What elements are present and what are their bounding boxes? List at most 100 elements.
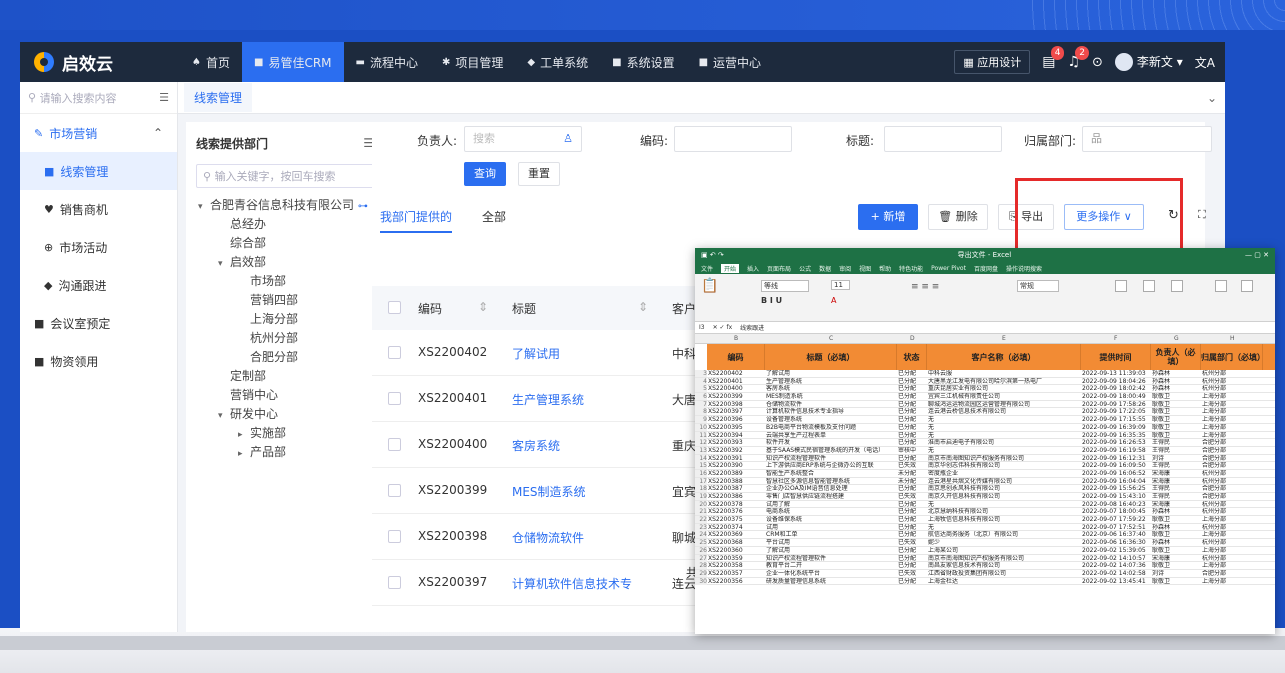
excel-cell[interactable]: 杭州分部 bbox=[1202, 524, 1262, 531]
excel-row-number[interactable]: 14 bbox=[695, 454, 707, 462]
add-button[interactable]: + 新增 bbox=[858, 204, 918, 230]
excel-cell[interactable]: 上海分部 bbox=[1202, 547, 1262, 554]
excel-row[interactable]: 11 XS2200394 云端共享生产过程表单 已分配无 2022-09-09 16:3… bbox=[695, 431, 1275, 440]
excel-row[interactable]: 17 XS2200388 智慧社区多源信息智能管理系统 未分配 连云港星共熠文化传媒有限… bbox=[695, 477, 1275, 486]
excel-cell[interactable]: 密度瓶企业 bbox=[928, 470, 1080, 477]
excel-menu-item[interactable]: 插入 bbox=[747, 264, 759, 273]
excel-cell[interactable]: XS2200376 bbox=[708, 508, 764, 515]
align-icons[interactable]: ≡ ≡ ≡ bbox=[911, 282, 939, 292]
excel-cell[interactable]: 王得民 bbox=[1152, 485, 1200, 492]
row-title-link[interactable]: MES制造系统 bbox=[512, 483, 586, 500]
excel-row-number[interactable]: 21 bbox=[695, 508, 707, 516]
nav-item-2[interactable]: ▬ 流程中心 bbox=[344, 42, 430, 82]
excel-cell[interactable]: 2022-09-09 16:39:09 bbox=[1082, 424, 1150, 431]
col-title[interactable]: 标题 bbox=[512, 300, 536, 317]
excel-menu-item[interactable]: 页面布局 bbox=[767, 264, 791, 273]
excel-menu-item[interactable]: 公式 bbox=[799, 264, 811, 273]
excel-cell[interactable]: XS2200396 bbox=[708, 416, 764, 423]
excel-cell[interactable]: 智能生产系统整合 bbox=[766, 470, 896, 477]
excel-cell[interactable]: 孙森林 bbox=[1152, 539, 1200, 546]
excel-cell[interactable]: XS2200399 bbox=[708, 393, 764, 400]
excel-cell[interactable]: 中科云服 bbox=[928, 370, 1080, 377]
excel-cell[interactable]: 2022-09-09 16:19:58 bbox=[1082, 447, 1150, 454]
excel-cell[interactable]: 2022-09-07 17:52:51 bbox=[1082, 524, 1150, 531]
excel-row-number[interactable]: 30 bbox=[695, 577, 707, 585]
excel-col-letter[interactable]: C bbox=[829, 335, 833, 342]
excel-cell[interactable]: 2022-09-09 18:00:49 bbox=[1082, 393, 1150, 400]
excel-row[interactable]: 6 XS2200399 MES制造系统 已分配 宜宾三江机械有限责任公司 2022-09-… bbox=[695, 393, 1275, 401]
excel-cell[interactable]: 已分配 bbox=[898, 485, 926, 492]
excel-cell[interactable]: 2022-09-02 14:02:58 bbox=[1082, 570, 1150, 577]
excel-row-number[interactable]: 24 bbox=[695, 531, 707, 539]
tree-node[interactable]: ▾ 启效部 bbox=[186, 253, 386, 272]
excel-row-number[interactable]: 10 bbox=[695, 423, 707, 431]
delete-cells-icon[interactable] bbox=[1241, 280, 1253, 292]
excel-cell[interactable]: XS2200387 bbox=[708, 485, 764, 492]
excel-cell[interactable]: 2022-09-08 16:40:23 bbox=[1082, 501, 1150, 508]
excel-cell[interactable]: XS2200374 bbox=[708, 524, 764, 531]
excel-cell[interactable]: 合肥分部 bbox=[1202, 570, 1262, 577]
excel-row[interactable]: 14 XS2200391 知识产权流程管理软件 已分配 南京市南海图知识产权服务有限公司… bbox=[695, 454, 1275, 463]
excel-cell[interactable]: 耿敬卫 bbox=[1152, 408, 1200, 415]
excel-cell[interactable]: 2022-09-02 14:07:36 bbox=[1082, 562, 1150, 569]
excel-row-number[interactable]: 28 bbox=[695, 562, 707, 570]
sidebar-item-5[interactable]: ■ 会议室预定 bbox=[20, 304, 177, 342]
excel-cell[interactable]: 已分配 bbox=[898, 416, 926, 423]
excel-cell[interactable]: 试用 bbox=[766, 524, 896, 531]
excel-cell[interactable]: 已分配 bbox=[898, 370, 926, 377]
excel-cell[interactable]: XS2200397 bbox=[708, 408, 764, 415]
excel-cell[interactable]: 杭州分部 bbox=[1202, 478, 1262, 485]
tab-my-department[interactable]: 我部门提供的 bbox=[380, 208, 453, 233]
excel-col-letter[interactable]: E bbox=[1002, 335, 1006, 342]
excel-row-number[interactable]: 15 bbox=[695, 462, 707, 470]
excel-cell[interactable]: 已分配 bbox=[898, 508, 926, 515]
excel-header-cell[interactable]: 负责人（必填） bbox=[1151, 344, 1201, 370]
excel-header-cell[interactable]: 状态 bbox=[897, 344, 927, 370]
row-checkbox[interactable] bbox=[388, 346, 401, 359]
excel-row[interactable]: 9 XS2200396 设备管理系统 已分配无 2022-09-09 17:15:55 耿… bbox=[695, 416, 1275, 424]
excel-cell[interactable]: 已失效 bbox=[898, 462, 926, 469]
excel-col-letter[interactable]: F bbox=[1114, 335, 1117, 342]
excel-row[interactable]: 24 XS2200369 CRM和工单 已分配 航信达商务服务（北京）有限公司 2022-… bbox=[695, 531, 1275, 540]
excel-cell[interactable]: 平台试用 bbox=[766, 539, 896, 546]
font-size-select[interactable]: 11 bbox=[831, 280, 850, 290]
excel-row-number[interactable]: 26 bbox=[695, 546, 707, 554]
excel-cell[interactable]: XS2200368 bbox=[708, 539, 764, 546]
excel-cell[interactable]: 杭州分部 bbox=[1202, 508, 1262, 515]
user-menu[interactable]: 李新文 ▾ bbox=[1114, 53, 1183, 72]
excel-cell[interactable]: XS2200388 bbox=[708, 478, 764, 485]
tree-node[interactable]: ▾ 研发中心 bbox=[186, 405, 386, 424]
excel-cell[interactable]: XS2200395 bbox=[708, 424, 764, 431]
excel-cell[interactable]: 宋海康 bbox=[1152, 555, 1200, 562]
excel-cell[interactable]: 2022-09-09 16:04:04 bbox=[1082, 478, 1150, 485]
excel-cell[interactable]: 已分配 bbox=[898, 408, 926, 415]
title-input[interactable] bbox=[884, 126, 1002, 152]
excel-cell[interactable]: 刘诗 bbox=[1152, 570, 1200, 577]
excel-cell[interactable]: 淮南市启迪电子有限公司 bbox=[928, 439, 1080, 446]
help-icon[interactable]: ⊙ bbox=[1092, 55, 1103, 70]
org-chart-icon[interactable]: ⊶ bbox=[358, 201, 368, 212]
sidebar-item-4[interactable]: ◆ 沟通跟进 bbox=[20, 266, 177, 304]
excel-cell[interactable]: 2022-09-09 17:58:26 bbox=[1082, 401, 1150, 408]
excel-row-number[interactable]: 27 bbox=[695, 554, 707, 562]
excel-cell[interactable]: 2022-09-09 16:12:31 bbox=[1082, 455, 1150, 462]
excel-cell[interactable]: 已分配 bbox=[898, 524, 926, 531]
excel-cell[interactable]: 已分配 bbox=[898, 516, 926, 523]
excel-cell[interactable]: XS2200378 bbox=[708, 501, 764, 508]
excel-cell[interactable]: 合肥分部 bbox=[1202, 485, 1262, 492]
table-format-icon[interactable] bbox=[1143, 280, 1155, 292]
excel-cell[interactable]: 合肥分部 bbox=[1202, 493, 1262, 500]
tree-toggle-icon[interactable]: ▸ bbox=[238, 445, 250, 464]
excel-cell[interactable]: 2022-09-06 16:37:40 bbox=[1082, 531, 1150, 538]
excel-row[interactable]: 22 XS2200375 设备维保系统 已分配 上海牧信信息科技有限公司 2022-09-… bbox=[695, 516, 1275, 524]
excel-row[interactable]: 30 XS2200356 研发质量管理信息系统 已分配 上海金杜达 2022-09-02 … bbox=[695, 577, 1275, 586]
excel-cell[interactable]: 宋海康 bbox=[1152, 470, 1200, 477]
excel-cell[interactable]: 杭州分部 bbox=[1202, 539, 1262, 546]
excel-menu-item[interactable]: Power Pivot bbox=[931, 265, 966, 272]
excel-cell[interactable]: 杭州分部 bbox=[1202, 385, 1262, 392]
excel-cell[interactable]: 南京市南海图知识产权服务有限公司 bbox=[928, 455, 1080, 462]
excel-cell[interactable]: XS2200390 bbox=[708, 462, 764, 469]
excel-col-letter[interactable]: B bbox=[734, 335, 738, 342]
excel-cell[interactable]: 无 bbox=[928, 501, 1080, 508]
excel-cell[interactable]: 大唐黑龙江发电有限公司哈尔滨第一热电厂 bbox=[928, 378, 1080, 385]
